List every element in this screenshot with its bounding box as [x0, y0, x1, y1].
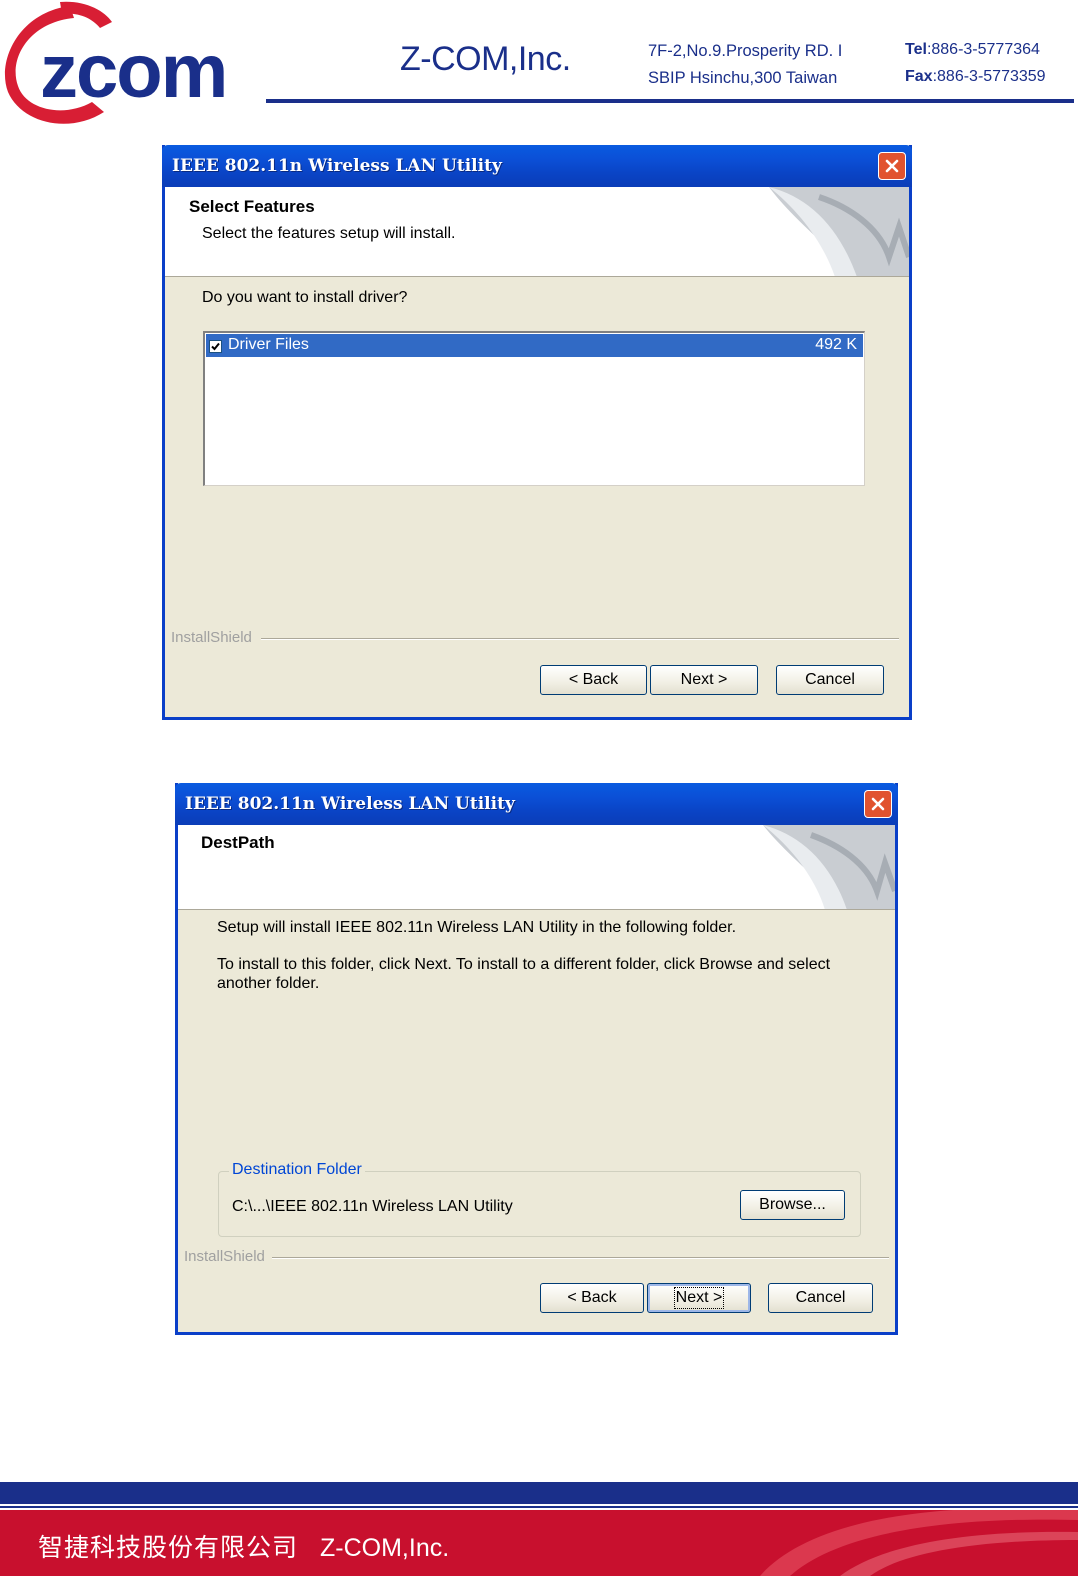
telephone: Tel:886-3-5777364 — [905, 36, 1046, 63]
footer-company: 智捷科技股份有限公司 Z-COM,Inc. — [38, 1528, 449, 1564]
back-label: < Back — [568, 671, 619, 688]
checkmark-icon — [211, 342, 220, 351]
dialog-banner: DestPath — [178, 825, 895, 910]
driver-files-checkbox[interactable] — [209, 340, 222, 353]
close-icon — [885, 159, 899, 173]
install-location-text: Setup will install IEEE 802.11n Wireless… — [217, 919, 737, 936]
feature-list[interactable]: Driver Files 492 K — [203, 331, 865, 486]
installshield-brand: InstallShield — [184, 1248, 265, 1265]
dialog-title: IEEE 802.11n Wireless LAN Utility — [185, 794, 515, 814]
fax: Fax:886-3-5773359 — [905, 63, 1046, 90]
browse-label: Browse... — [759, 1196, 826, 1213]
close-button[interactable] — [864, 790, 892, 818]
footer-chinese-name: 智捷科技股份有限公司 — [38, 1534, 299, 1562]
footer-company-name: Z-COM,Inc. — [320, 1534, 450, 1562]
tel-value: :886-3-5777364 — [926, 41, 1040, 58]
company-name: Z-COM,Inc. — [400, 40, 571, 78]
address-line-1: 7F-2,No.9.Prosperity RD. I — [648, 42, 843, 60]
banner-subtitle: Select the features setup will install. — [202, 225, 456, 242]
installshield-brand: InstallShield — [171, 629, 252, 646]
tel-label: Tel — [905, 41, 927, 58]
page-curl-graphic — [769, 187, 909, 276]
select-features-dialog: IEEE 802.11n Wireless LAN Utility Select… — [162, 145, 912, 720]
back-button[interactable]: < Back — [540, 665, 647, 695]
fax-value: :886-3-5773359 — [932, 68, 1046, 85]
logo-wordmark: zcom — [40, 29, 226, 114]
dialog-title: IEEE 802.11n Wireless LAN Utility — [172, 156, 502, 176]
zcom-logo: zcom — [0, 0, 270, 132]
banner-title: Select Features — [189, 197, 315, 216]
browse-button[interactable]: Browse... — [740, 1190, 845, 1220]
cancel-button[interactable]: Cancel — [776, 665, 884, 695]
cancel-label: Cancel — [795, 1289, 846, 1306]
install-driver-question: Do you want to install driver? — [202, 289, 408, 306]
feature-size: 492 K — [815, 336, 857, 353]
cancel-button[interactable]: Cancel — [768, 1283, 873, 1313]
feature-row-driver-files[interactable]: Driver Files 492 K — [206, 334, 863, 357]
back-label: < Back — [567, 1289, 617, 1306]
destination-path: C:\...\IEEE 802.11n Wireless LAN Utility — [232, 1198, 513, 1215]
close-button[interactable] — [878, 152, 906, 180]
next-label: Next > — [680, 671, 728, 688]
destination-folder-group: Destination Folder C:\...\IEEE 802.11n W… — [218, 1161, 861, 1237]
back-button[interactable]: < Back — [540, 1283, 644, 1313]
company-contact: Tel:886-3-5777364 Fax:886-3-5773359 — [905, 36, 1046, 90]
browse-instructions: To install to this folder, click Next. T… — [217, 956, 831, 992]
dialog-banner: Select Features Select the features setu… — [165, 187, 909, 277]
feature-label: Driver Files — [228, 336, 309, 353]
close-icon — [871, 797, 885, 811]
footer-red-band: 智捷科技股份有限公司 Z-COM,Inc. — [0, 1510, 1078, 1576]
page-curl-graphic — [763, 825, 895, 909]
next-button[interactable]: Next > — [647, 1283, 751, 1313]
company-address: 7F-2,No.9.Prosperity RD. I SBIP Hsinchu,… — [648, 38, 842, 92]
destination-folder-label: Destination Folder — [229, 1161, 365, 1179]
dialog-titlebar[interactable]: IEEE 802.11n Wireless LAN Utility — [175, 783, 898, 825]
dialog-titlebar[interactable]: IEEE 802.11n Wireless LAN Utility — [162, 145, 912, 187]
installshield-divider — [272, 1257, 889, 1259]
banner-title: DestPath — [201, 833, 275, 852]
header-divider — [266, 99, 1074, 103]
footer-blue-band — [0, 1482, 1078, 1504]
destpath-dialog: IEEE 802.11n Wireless LAN Utility DestPa… — [175, 783, 898, 1335]
cancel-label: Cancel — [805, 671, 855, 688]
installshield-divider — [261, 638, 899, 640]
next-button[interactable]: Next > — [650, 665, 758, 695]
next-label: Next > — [673, 1287, 725, 1309]
fax-label: Fax — [905, 68, 933, 85]
footer-divider — [0, 1506, 1078, 1508]
address-line-2: SBIP Hsinchu,300 Taiwan — [648, 69, 838, 87]
